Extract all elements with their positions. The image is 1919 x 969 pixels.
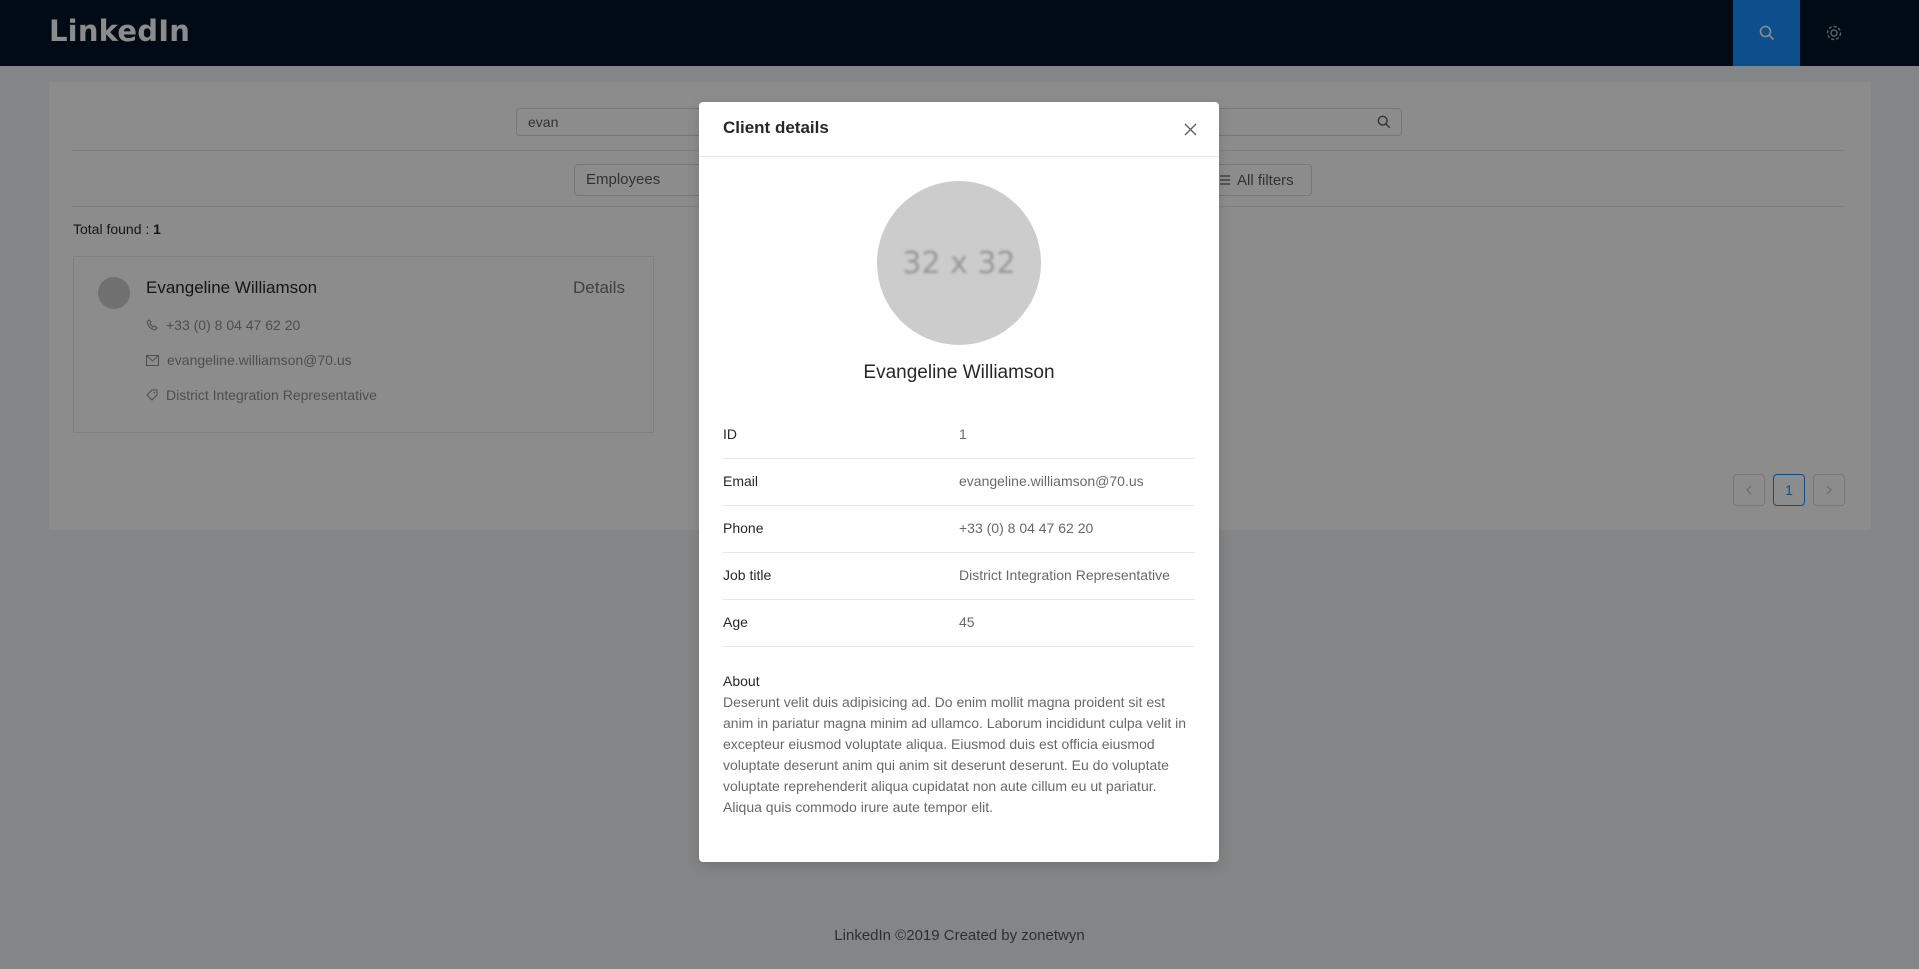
client-name: Evangeline Williamson bbox=[863, 362, 1055, 383]
field-row-email: Email evangeline.williamson@70.us bbox=[723, 459, 1195, 506]
modal-title: Client details bbox=[723, 118, 829, 137]
about-label: About bbox=[723, 673, 760, 689]
field-value: +33 (0) 8 04 47 62 20 bbox=[959, 520, 1094, 536]
field-label: Phone bbox=[723, 520, 764, 536]
field-value: 1 bbox=[959, 426, 967, 442]
modal-close-button[interactable] bbox=[1181, 120, 1199, 138]
client-fields: ID 1 Email evangeline.williamson@70.us P… bbox=[723, 412, 1195, 647]
field-row-age: Age 45 bbox=[723, 600, 1195, 647]
client-details-modal: Client details 32 x 32 Evangeline Willia… bbox=[699, 102, 1219, 862]
client-avatar: 32 x 32 bbox=[877, 181, 1041, 345]
about-section: About Deserunt velit duis adipisicing ad… bbox=[723, 671, 1195, 818]
field-row-phone: Phone +33 (0) 8 04 47 62 20 bbox=[723, 506, 1195, 553]
field-label: Email bbox=[723, 473, 759, 489]
modal-header: Client details bbox=[699, 102, 1219, 157]
about-text: Deserunt velit duis adipisicing ad. Do e… bbox=[723, 694, 1187, 815]
avatar-placeholder-text: 32 x 32 bbox=[902, 245, 1016, 281]
field-label: Job title bbox=[723, 567, 772, 583]
field-row-job-title: Job title District Integration Represent… bbox=[723, 553, 1195, 600]
field-row-id: ID 1 bbox=[723, 412, 1195, 459]
field-label: Age bbox=[723, 614, 748, 630]
field-value: District Integration Representative bbox=[959, 567, 1170, 583]
field-value: 45 bbox=[959, 614, 975, 630]
field-label: ID bbox=[723, 426, 737, 442]
close-icon bbox=[1184, 123, 1196, 135]
field-value: evangeline.williamson@70.us bbox=[959, 473, 1144, 489]
